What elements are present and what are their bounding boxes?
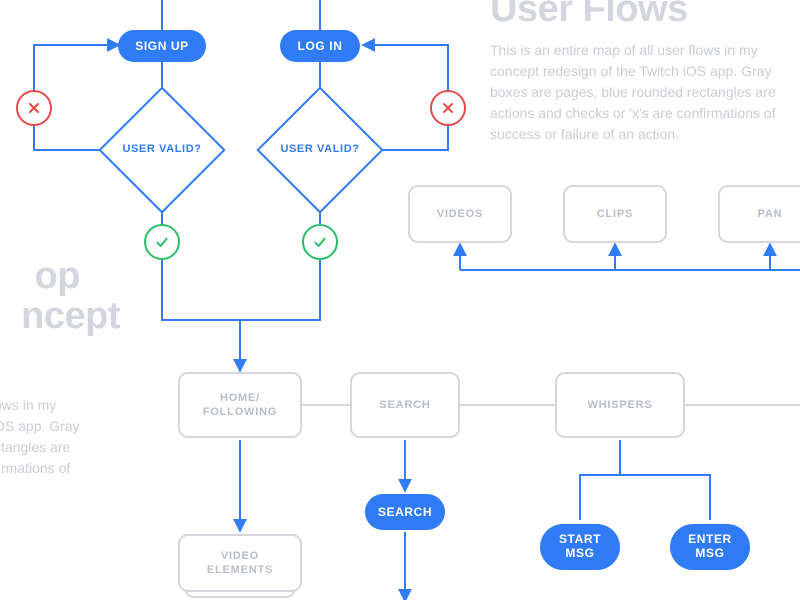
heading-user-flows: User Flows [490,0,688,31]
action-search: SEARCH [365,494,445,530]
heading-left-1: op [0,255,80,298]
action-start-msg: START MSG [540,524,620,570]
action-login: LOG IN [280,30,360,62]
decision-label: USER VALID? [277,107,363,193]
fail-icon [16,90,52,126]
page-pan: PAN [718,185,800,243]
decision-label: USER VALID? [119,107,205,193]
desc-left: ows in my OS app. Gray ctangles are firm… [0,395,114,479]
success-icon [302,224,338,260]
page-whispers: WHISPERS [555,372,685,438]
success-icon [144,224,180,260]
page-clips: CLIPS [563,185,667,243]
desc-user-flows: This is an entire map of all user flows … [490,40,795,145]
page-home-following: HOME/ FOLLOWING [178,372,302,438]
page-videos: VIDEOS [408,185,512,243]
page-search: SEARCH [350,372,460,438]
action-enter-msg: ENTER MSG [670,524,750,570]
page-video-elements: VIDEO ELEMENTS [178,534,302,592]
fail-icon [430,90,466,126]
action-signup: SIGN UP [118,30,206,62]
heading-left-2: ncept [0,295,120,338]
